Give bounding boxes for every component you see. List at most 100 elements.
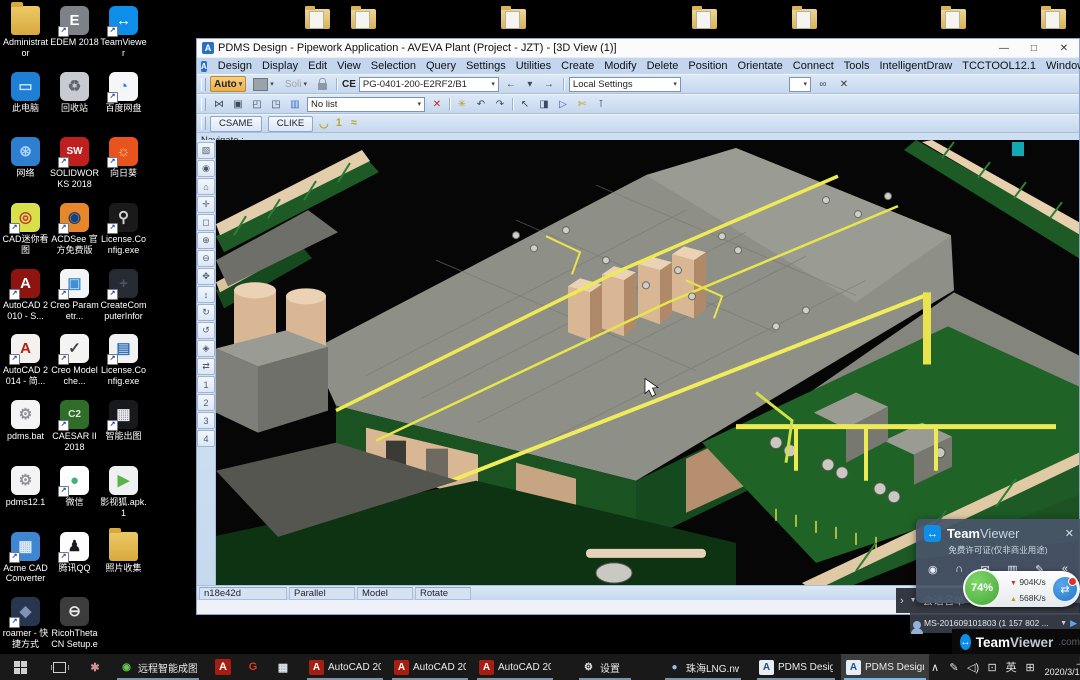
menu-connect[interactable]: Connect [788,60,839,72]
tray-pen-icon[interactable]: ✎ [948,661,960,674]
tool-saved-view-1[interactable]: 1 [197,376,215,393]
desktop-icon-solidworks-2018[interactable]: SW↗SOLIDWORKS 2018 [50,137,99,203]
entry-caret-icon[interactable]: ▼ [1060,620,1067,627]
desktop-folder-icon[interactable] [351,9,376,29]
find-icon[interactable]: ∞ [814,76,832,93]
teamviewer-close-icon[interactable]: ✕ [1065,527,1074,540]
desktop-icon-pdms-12-1[interactable]: ⚙pdms12.1 [1,466,50,532]
tool-iso-view[interactable]: ◈ [197,340,215,357]
menu-utilities[interactable]: Utilities [511,60,556,72]
play-icon[interactable]: ▷ [554,96,572,113]
desktop-folder-icon[interactable] [501,9,526,29]
remote-smart-drawing-window[interactable]: ◉远程智能成图, ... [114,654,202,680]
desktop-folder-icon[interactable] [941,9,966,29]
desktop-icon-yingshihu-apk[interactable]: ▶影视狐.apk.1 [99,466,148,532]
tool-pan[interactable]: ✛ [197,196,215,213]
current-element-combo[interactable]: PG-0401-200-E2RF2/B1▾ [359,77,499,92]
tool-rotate-ccw[interactable]: ↺ [197,322,215,339]
representation-select[interactable]: Soli▾ [281,76,311,92]
tag-icon[interactable]: ⊺ [592,96,610,113]
desktop-icon-recycle-bin[interactable]: ♻回收站 [50,72,99,138]
desktop-icon-sunlogin[interactable]: ☼↗向日葵 [99,137,148,203]
menu-window[interactable]: Window [1041,60,1080,72]
nav-back-icon[interactable]: ← [502,76,520,93]
pdms-window-1[interactable]: APDMS Design ... [754,654,838,680]
tool-extents[interactable]: ▧ [197,142,215,159]
desktop-icon-administrator[interactable]: Administrator [1,6,50,72]
redo-icon[interactable]: ↷ [491,96,509,113]
desktop-icon-creo-modelcheck[interactable]: ✓↗Creo Modelche... [50,334,99,400]
menu-position[interactable]: Position [683,60,732,72]
menu-modify[interactable]: Modify [599,60,641,72]
desktop-icon-create-computer-inform[interactable]: +↗CreateComputerInform... [99,269,148,335]
autocad-window-2[interactable]: AAutoCAD 2010... [389,654,471,680]
close-button[interactable]: ✕ [1049,39,1079,57]
desktop-icon-acme-cad-converter[interactable]: ▦↗Acme CAD Converter [1,532,50,598]
clear-list-icon[interactable]: ✕ [428,96,446,113]
pinned-app[interactable]: ✱ [82,654,108,680]
desktop-icon-acdsee[interactable]: ◉↗ACDSee 官方免费版 [50,203,99,269]
desktop-folder-icon[interactable] [305,9,330,29]
tool-saved-view-2[interactable]: 2 [197,394,215,411]
menu-orientate[interactable]: Orientate [733,60,788,72]
tool-elevation[interactable]: ↕ [197,286,215,303]
title-bar[interactable]: A PDMS Design - Pipework Application - A… [197,39,1079,57]
toolbar-grip[interactable] [201,117,206,130]
desktop-icon-photo-collection[interactable]: 照片收集 [99,532,148,598]
desktop-icon-license-config-exe[interactable]: ▤↗License.Config.exe [99,334,148,400]
minimize-button[interactable]: — [989,39,1019,57]
search-history-combo[interactable]: ▾ [789,77,811,92]
menu-create[interactable]: Create [556,60,599,72]
tool-look[interactable]: ⌂ [197,178,215,195]
color-picker-button[interactable]: ▾ [249,76,278,92]
desktop-icon-tencent-qq[interactable]: ♟↗腾讯QQ [50,532,99,598]
desktop-icon-this-pc[interactable]: ▭此电脑 [1,72,50,138]
desktop-icon-teamviewer[interactable]: ↔↗TeamViewer [99,6,148,72]
desktop-icon-pdms-bat[interactable]: ⚙pdms.bat [1,400,50,466]
tool-zoom-rect[interactable]: ◻ [197,214,215,231]
menu-tcctool12-1[interactable]: TCCTOOL12.1 [957,60,1041,72]
desktop-folder-icon[interactable] [692,9,717,29]
tray-display-icon[interactable]: ⊡ [986,661,998,674]
tool-walk[interactable]: ✥ [197,268,215,285]
clike-button[interactable]: CLIKE [268,116,313,132]
toolbar-close-icon[interactable]: ✕ [835,76,853,93]
autocad-window-1[interactable]: AAutoCAD 2010... [304,654,386,680]
desktop-icon-network[interactable]: ⊛网络 [1,137,50,203]
desktop-icon-caesar-ii-2018[interactable]: C2↗CAESAR II 2018 [50,400,99,466]
pointer-icon[interactable]: ↖ [516,96,534,113]
cut-icon[interactable]: ✄ [573,96,591,113]
tool-saved-view-3[interactable]: 3 [197,412,215,429]
window-new-icon[interactable]: ◳ [267,96,285,113]
desktop-icon-autocad-2010[interactable]: A↗AutoCAD 2010 - S... [1,269,50,335]
menu-query[interactable]: Query [421,60,461,72]
pinned-g-app[interactable]: G [240,654,266,680]
headset-icon[interactable]: ∩ [955,563,963,576]
menu-selection[interactable]: Selection [366,60,421,72]
navisworks-lng-window[interactable]: ●珠海LNG.nwd ... [662,654,744,680]
autocad-window-3[interactable]: AAutoCAD 2010... [474,654,556,680]
undo-icon[interactable]: ↶ [472,96,490,113]
graph-view-icon[interactable]: ⋈ [210,96,228,113]
menu-settings[interactable]: Settings [461,60,511,72]
pipe-one-icon[interactable]: 1 [331,117,346,130]
nav-forward-icon[interactable]: → [540,76,558,93]
menu-view[interactable]: View [332,60,366,72]
menu-display[interactable]: Display [257,60,303,72]
tool-saved-view-4[interactable]: 4 [197,430,215,447]
draw-list-combo[interactable]: No list▾ [307,97,425,112]
lock-button[interactable] [314,76,331,92]
desktop-icon-wechat[interactable]: ●↗微信 [50,466,99,532]
desktop-icon-cad-mini-viewer[interactable]: ◎↗CAD迷你看图 [1,203,50,269]
transfer-speed-widget[interactable]: 74% ▼ 904K/s ▲ 568K/s ⇄ [966,571,1080,607]
pinned-calculator[interactable]: ▦ [270,654,296,680]
tool-zoom-selection[interactable]: ◉ [197,160,215,177]
nav-drop-icon[interactable]: ▾ [521,76,539,93]
quickconnect-badge-icon[interactable]: ⇄ [1053,577,1077,601]
menu-tools[interactable]: Tools [839,60,875,72]
toolbar-grip[interactable] [201,78,206,91]
desktop-icon-autocad-2014[interactable]: A↗AutoCAD 2014 - 简... [1,334,50,400]
csame-button[interactable]: CSAME [210,116,262,132]
menu-edit[interactable]: Edit [303,60,332,72]
menu-delete[interactable]: Delete [642,60,684,72]
